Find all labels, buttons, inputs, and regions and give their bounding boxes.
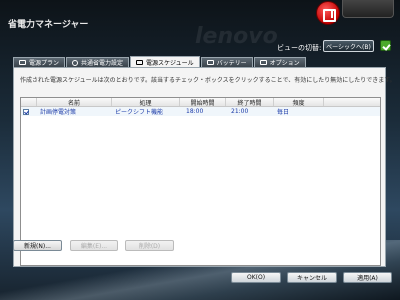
calendar-icon xyxy=(136,59,144,65)
table-row[interactable]: 計画停電対策 ピークシフト機能 18:00 21:00 毎日 xyxy=(21,107,380,116)
cancel-button[interactable]: キャンセル xyxy=(287,272,337,283)
column-header-frequency[interactable]: 頻度 xyxy=(274,98,324,107)
tab-label: 電源スケジュール xyxy=(146,59,194,67)
schedule-description: 作成された電源スケジュールは次のとおりです。該当するチェック・ボックスをクリック… xyxy=(20,77,396,84)
app-window: 省電力マネージャー lenovo ビューの切替: ベーシックへ(B) 電源プラン… xyxy=(0,0,400,300)
schedule-panel: 作成された電源スケジュールは次のとおりです。該当するチェック・ボックスをクリック… xyxy=(13,67,396,267)
tab-power-plan[interactable]: 電源プラン xyxy=(13,57,66,67)
apply-button[interactable]: 適用(A) xyxy=(343,272,392,283)
checkbox-column-header xyxy=(21,98,37,106)
cell-frequency: 毎日 xyxy=(277,109,290,116)
row-checkbox-cell xyxy=(21,108,37,115)
brand-watermark: lenovo xyxy=(195,24,278,49)
edit-schedule-button[interactable]: 編集(E)... xyxy=(70,240,118,251)
tab-label: オプション xyxy=(269,60,300,67)
basic-view-button[interactable]: ベーシックへ(B) xyxy=(323,40,374,52)
battery-icon xyxy=(206,60,214,65)
column-header-start[interactable]: 開始時間 xyxy=(180,98,226,107)
tab-label: バッテリー xyxy=(216,60,247,67)
tab-battery[interactable]: バッテリー xyxy=(200,57,253,67)
column-header-end[interactable]: 終了時間 xyxy=(226,98,274,107)
tab-options[interactable]: オプション xyxy=(253,57,306,67)
window-title: 省電力マネージャー xyxy=(8,20,89,30)
cell-name: 計画停電対策 xyxy=(40,109,77,116)
column-header-name[interactable]: 名前 xyxy=(37,98,112,107)
table-header: 名前 処理 開始時間 終了時間 頻度 xyxy=(21,98,380,107)
plug-icon xyxy=(19,60,26,65)
check-icon xyxy=(259,60,267,65)
column-header-action[interactable]: 処理 xyxy=(112,98,180,107)
new-schedule-button[interactable]: 新規(N)... xyxy=(13,240,62,251)
delete-schedule-button[interactable]: 削除(D) xyxy=(125,240,174,251)
green-check-icon[interactable] xyxy=(380,40,391,51)
window-controls[interactable] xyxy=(342,0,394,18)
cell-start: 18:00 xyxy=(186,108,204,115)
tab-bar: 電源プラン 共通省電力設定 電源スケジュール バッテリー オプション xyxy=(13,56,307,67)
cell-action: ピークシフト機能 xyxy=(115,109,164,116)
gear-icon xyxy=(72,59,79,66)
tab-label: 電源プラン xyxy=(29,60,60,67)
ok-button[interactable]: OK(O) xyxy=(231,272,281,283)
power-manager-logo-icon xyxy=(316,1,340,25)
tab-common-settings[interactable]: 共通省電力設定 xyxy=(66,57,130,67)
view-switch-label: ビューの切替: xyxy=(277,44,322,52)
tab-power-schedule[interactable]: 電源スケジュール xyxy=(130,56,200,67)
filler-column-header xyxy=(324,98,380,106)
tab-label: 共通省電力設定 xyxy=(81,60,124,67)
schedule-enabled-checkbox[interactable] xyxy=(23,108,29,115)
cell-end: 21:00 xyxy=(231,108,249,115)
